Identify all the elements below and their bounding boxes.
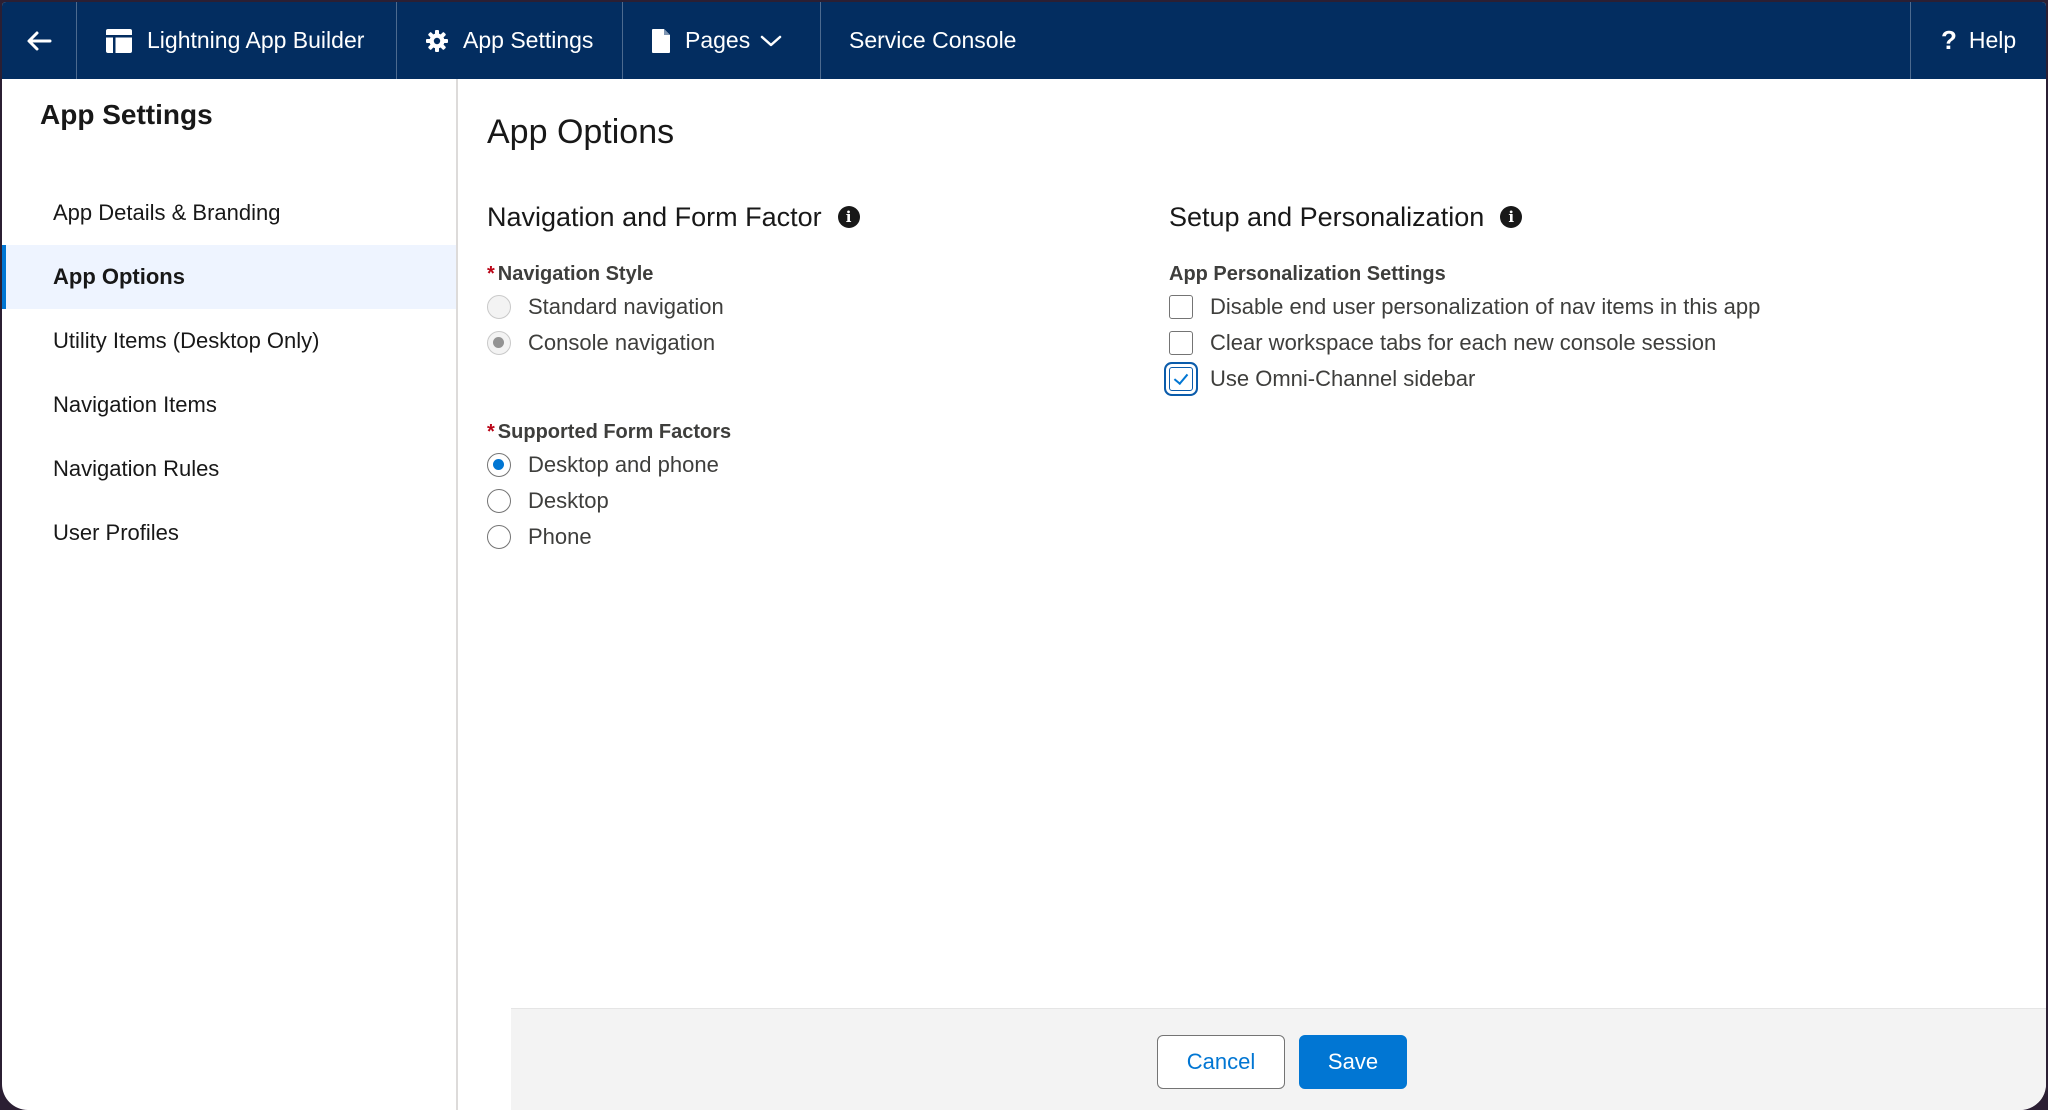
sidebar-item-navigation-items[interactable]: Navigation Items	[2, 373, 456, 437]
save-button[interactable]: Save	[1299, 1035, 1407, 1089]
section-title-text: Navigation and Form Factor	[487, 201, 822, 232]
checkbox-label: Disable end user personalization of nav …	[1210, 294, 1761, 319]
radio-desktop[interactable]: Desktop	[487, 483, 1127, 519]
page-icon	[652, 28, 670, 53]
radio-button[interactable]	[487, 331, 511, 355]
checkbox-clear-workspace-tabs[interactable]: Clear workspace tabs for each new consol…	[1169, 325, 1969, 361]
top-bar: Lightning App Builder App Settings Pages…	[2, 2, 2046, 79]
pages-label: Pages	[685, 27, 751, 53]
gear-icon	[426, 29, 448, 52]
app-settings-tab[interactable]: App Settings	[397, 2, 623, 79]
info-icon[interactable]: i	[837, 206, 860, 228]
radio-standard-navigation[interactable]: Standard navigation	[487, 289, 1127, 325]
sidebar-title: App Settings	[40, 99, 213, 130]
sidebar-nav: App Details & Branding App Options Utili…	[2, 181, 456, 565]
app-builder-icon	[106, 28, 132, 53]
checkbox-label: Use Omni-Channel sidebar	[1210, 366, 1476, 391]
radio-console-navigation[interactable]: Console navigation	[487, 325, 1127, 361]
radio-button[interactable]	[487, 453, 511, 477]
radio-label: Console navigation	[528, 330, 716, 355]
help-button[interactable]: ? Help	[1910, 2, 2046, 79]
section-title: Navigation and Form Factor i	[487, 199, 1127, 235]
checkbox-omni-channel-sidebar[interactable]: Use Omni-Channel sidebar	[1169, 361, 1969, 397]
radio-label: Standard navigation	[528, 294, 724, 319]
sidebar-item-app-options[interactable]: App Options	[2, 245, 456, 309]
cancel-button[interactable]: Cancel	[1157, 1035, 1285, 1089]
footer-bar: Cancel Save	[511, 1008, 2046, 1110]
radio-button[interactable]	[487, 525, 511, 549]
pages-dropdown[interactable]: Pages	[623, 2, 821, 79]
sidebar-item-navigation-rules[interactable]: Navigation Rules	[2, 437, 456, 501]
navigation-style-label: * Navigation Style	[487, 263, 1127, 289]
setup-personalization-section: Setup and Personalization i App Personal…	[1169, 199, 1969, 397]
checkbox-label: Clear workspace tabs for each new consol…	[1210, 330, 1717, 355]
checkbox-disable-personalization[interactable]: Disable end user personalization of nav …	[1169, 289, 1969, 325]
app-name: Service Console	[821, 2, 1910, 79]
checkbox[interactable]	[1169, 367, 1193, 391]
back-arrow-icon	[27, 31, 52, 50]
sidebar: App Settings App Details & Branding App …	[2, 79, 458, 1110]
checkbox[interactable]	[1169, 331, 1193, 355]
lightning-app-builder-label: Lightning App Builder	[147, 27, 365, 53]
radio-button[interactable]	[487, 295, 511, 319]
page-title: App Options	[487, 113, 675, 151]
supported-form-factors-label: * Supported Form Factors	[487, 421, 1127, 447]
info-icon[interactable]: i	[1500, 206, 1523, 228]
app-name-label: Service Console	[849, 27, 1017, 53]
chevron-down-icon	[760, 35, 782, 46]
checkbox[interactable]	[1169, 295, 1193, 319]
radio-label: Phone	[528, 524, 592, 549]
radio-desktop-and-phone[interactable]: Desktop and phone	[487, 447, 1127, 483]
navigation-form-factor-section: Navigation and Form Factor i * Navigation…	[487, 199, 1127, 555]
app-window: Lightning App Builder App Settings Pages…	[2, 2, 2046, 1110]
radio-label: Desktop	[528, 488, 609, 513]
required-marker: *	[487, 421, 495, 443]
supported-form-factors-label-text: Supported Form Factors	[497, 421, 732, 443]
radio-button[interactable]	[487, 489, 511, 513]
section-title: Setup and Personalization i	[1169, 199, 1969, 235]
back-button[interactable]	[2, 2, 77, 79]
app-personalization-settings-label: App Personalization Settings	[1169, 263, 1446, 285]
sidebar-item-utility-items[interactable]: Utility Items (Desktop Only)	[2, 309, 456, 373]
section-title-text: Setup and Personalization	[1169, 201, 1485, 232]
question-icon: ?	[1941, 25, 1957, 55]
main-content: App Options Navigation and Form Factor i…	[458, 79, 2046, 1110]
app-settings-label: App Settings	[463, 27, 594, 53]
sidebar-item-user-profiles[interactable]: User Profiles	[2, 501, 456, 565]
navigation-style-label-text: Navigation Style	[497, 263, 654, 285]
radio-phone[interactable]: Phone	[487, 519, 1127, 555]
required-marker: *	[487, 263, 495, 285]
help-label: Help	[1968, 27, 2017, 53]
sidebar-item-app-details-branding[interactable]: App Details & Branding	[2, 181, 456, 245]
lightning-app-builder-tab[interactable]: Lightning App Builder	[77, 2, 397, 79]
radio-label: Desktop and phone	[528, 452, 719, 477]
